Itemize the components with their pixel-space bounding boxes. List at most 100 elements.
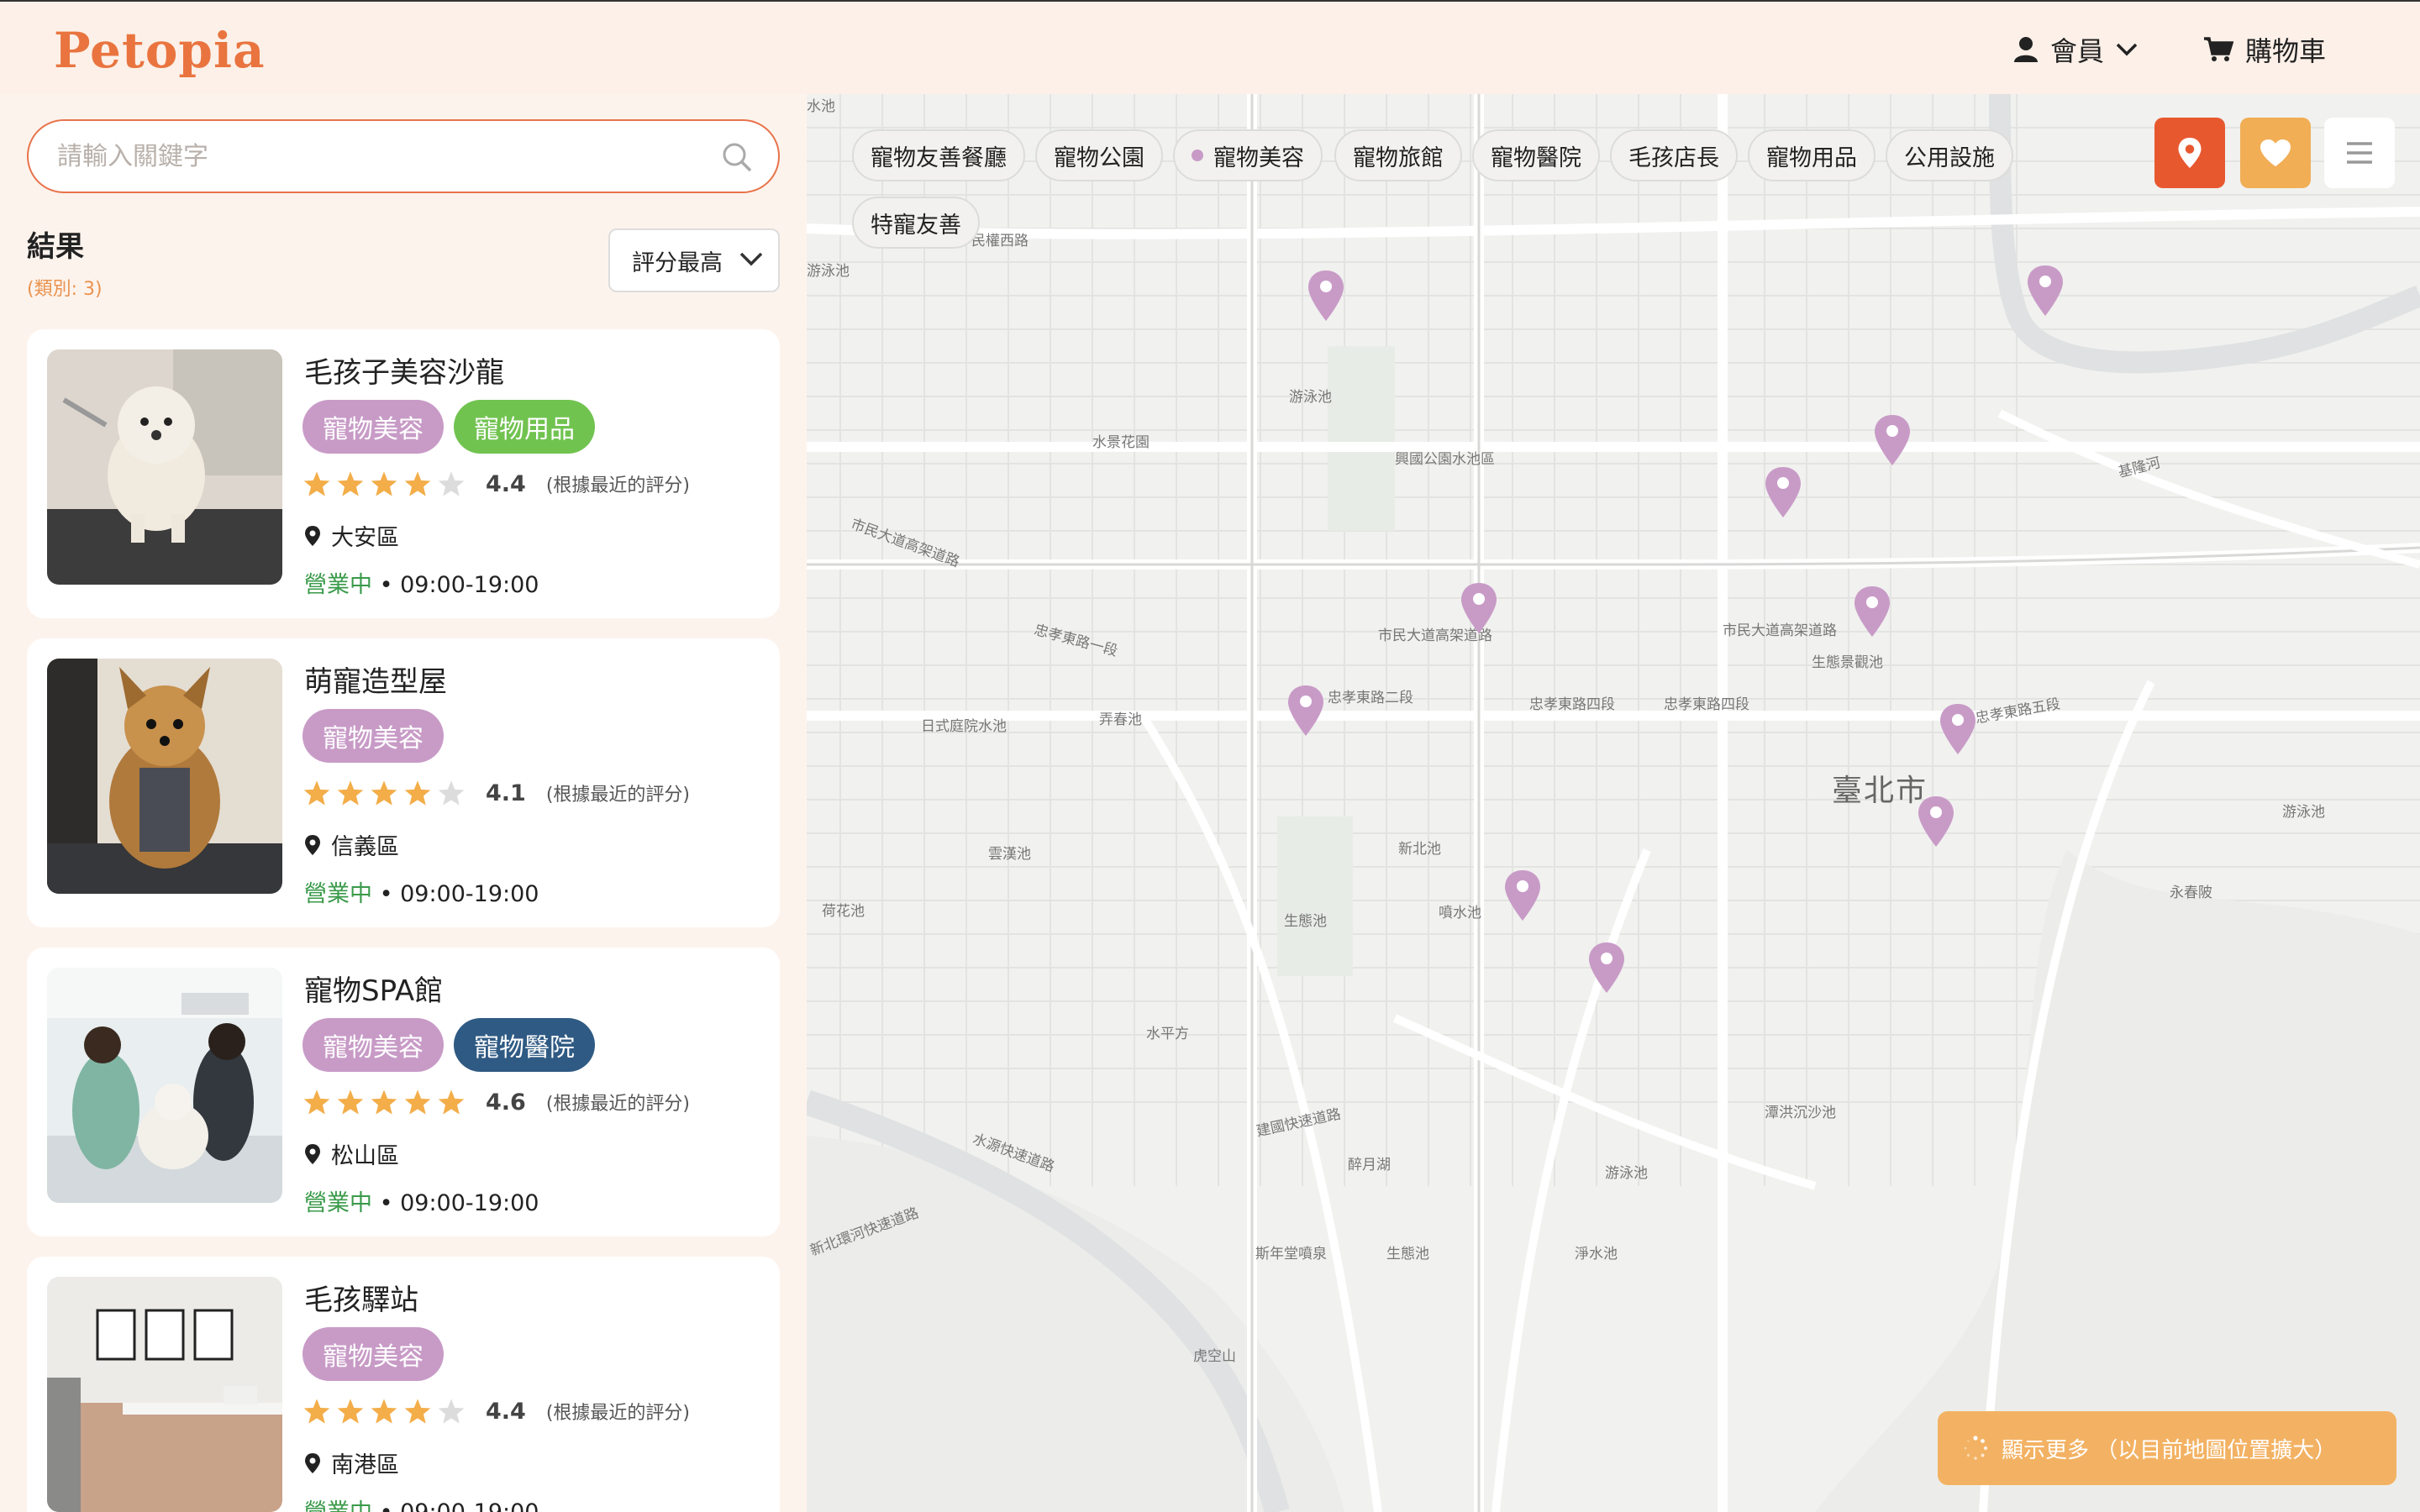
- map-label: 新北池: [1398, 841, 1441, 858]
- location-pin-icon: [305, 1143, 320, 1164]
- chevron-down-icon: [2116, 43, 2138, 56]
- hours-text: • 09:00-19:00: [372, 572, 539, 598]
- store-tags: 寵物美容: [302, 1327, 444, 1381]
- store-hours: 營業中 • 09:00-19:00: [304, 875, 539, 908]
- star-full-icon: [371, 471, 397, 496]
- filter-chip-shop-pet[interactable]: 毛孩店長: [1610, 129, 1738, 181]
- store-card[interactable]: 毛孩驛站 寵物美容 4.4 (根據最近的評分) 南港區 營業中 • 09:00-…: [27, 1257, 780, 1512]
- star-full-icon: [438, 1089, 465, 1115]
- map-label: 斯年堂噴泉: [1255, 1246, 1327, 1263]
- filter-chip-label: 寵物旅館: [1353, 144, 1444, 171]
- star-full-icon: [303, 780, 330, 806]
- map-marker[interactable]: [1852, 585, 1892, 638]
- results-sidebar: 結果 (類別: 3) 評分最高 毛孩子美容沙龍 寵物美容 寵物用品: [0, 94, 807, 1512]
- filter-chip-park[interactable]: 寵物公園: [1035, 129, 1163, 181]
- open-status: 營業中: [304, 881, 372, 907]
- map-marker[interactable]: [1459, 581, 1499, 635]
- tag-grooming[interactable]: 寵物美容: [302, 709, 444, 763]
- show-more-button[interactable]: 顯示更多 （以目前地圖位置擴大）: [1938, 1411, 2396, 1485]
- map-label: 弄春池: [1099, 711, 1142, 728]
- map-label: 荷花池: [822, 903, 865, 920]
- map-label: 民權西路: [971, 233, 1028, 249]
- filter-chip-label: 毛孩店長: [1628, 144, 1719, 171]
- store-photo: [47, 349, 282, 585]
- map-marker[interactable]: [1938, 702, 1978, 756]
- map-marker[interactable]: [1286, 684, 1326, 738]
- top-bar: Petopia 會員 購物車: [0, 0, 2420, 94]
- star-full-icon: [337, 1399, 364, 1424]
- store-district: 信義區: [304, 828, 399, 861]
- map-label: 雲漢池: [988, 846, 1031, 863]
- tag-grooming[interactable]: 寵物美容: [302, 1018, 444, 1072]
- filter-chip-grooming[interactable]: 寵物美容: [1173, 129, 1323, 181]
- store-name: 萌寵造型屋: [304, 665, 447, 699]
- store-card[interactable]: 毛孩子美容沙龍 寵物美容 寵物用品 4.4 (根據最近的評分) 大安區 營業中 …: [27, 329, 780, 618]
- results-title: 結果: [27, 230, 84, 264]
- star-rating: [302, 1398, 466, 1425]
- map-label: 生態景觀池: [1812, 654, 1883, 671]
- star-empty-icon: [438, 471, 465, 496]
- open-status: 營業中: [304, 572, 372, 598]
- logo-text: Petopia: [54, 22, 266, 79]
- map-label: 潭洪沉沙池: [1765, 1105, 1836, 1121]
- star-empty-icon: [438, 780, 465, 806]
- filter-chip-hotel[interactable]: 寵物旅館: [1334, 129, 1462, 181]
- location-pin-icon: [305, 834, 320, 855]
- location-pin-icon: [305, 525, 320, 546]
- map-label: 生態池: [1386, 1246, 1429, 1263]
- rating-score: 4.4: [486, 1398, 526, 1425]
- tag-grooming[interactable]: 寵物美容: [302, 400, 444, 454]
- store-rating: 4.4 (根據最近的評分): [302, 1398, 690, 1425]
- favorites-button[interactable]: [2240, 118, 2311, 188]
- map-marker[interactable]: [2025, 264, 2065, 318]
- map-label: 噴水池: [1439, 905, 1481, 921]
- store-card[interactable]: 寵物SPA館 寵物美容 寵物醫院 4.6 (根據最近的評分) 松山區 營業中 •…: [27, 948, 780, 1236]
- active-dot-icon: [1192, 150, 1203, 161]
- filter-chip-label: 公用設施: [1904, 144, 1995, 171]
- map-label: 忠孝東路四段: [1664, 696, 1749, 713]
- store-photo: [47, 659, 282, 894]
- map-marker[interactable]: [1872, 413, 1912, 467]
- hours-text: • 09:00-19:00: [372, 881, 539, 907]
- logo[interactable]: Petopia: [54, 22, 266, 79]
- search-input[interactable]: [57, 121, 696, 192]
- tag-grooming[interactable]: 寵物美容: [302, 1327, 444, 1381]
- store-name: 毛孩驛站: [304, 1284, 418, 1317]
- filter-chip-hospital[interactable]: 寵物醫院: [1472, 129, 1600, 181]
- search-box: [27, 119, 780, 193]
- rating-score: 4.6: [486, 1089, 526, 1116]
- member-menu[interactable]: 會員: [2013, 30, 2138, 69]
- map-label: 忠孝東路二段: [1328, 690, 1413, 706]
- store-district: 大安區: [304, 519, 399, 552]
- map-marker[interactable]: [1502, 869, 1543, 922]
- map-marker[interactable]: [1586, 941, 1627, 995]
- filter-chip-restaurant[interactable]: 寵物友善餐廳: [852, 129, 1025, 181]
- search-icon[interactable]: [721, 141, 753, 173]
- tag-hospital[interactable]: 寵物醫院: [454, 1018, 595, 1072]
- filter-chip-label: 寵物用品: [1766, 144, 1857, 171]
- cart-link[interactable]: 購物車: [2203, 30, 2326, 69]
- rating-score: 4.1: [486, 780, 526, 806]
- city-label: 臺北市: [1832, 774, 1928, 808]
- star-full-icon: [371, 780, 397, 806]
- tag-supplies[interactable]: 寵物用品: [454, 400, 595, 454]
- map-view[interactable]: 市民大道高架道路 忠孝東路一段 市民大道高架道路 忠孝東路二段 忠孝東路四段 忠…: [807, 94, 2420, 1512]
- store-card[interactable]: 萌寵造型屋 寵物美容 4.1 (根據最近的評分) 信義區 營業中 • 09:00…: [27, 638, 780, 927]
- map-marker[interactable]: [1306, 269, 1346, 323]
- map-label: 游泳池: [2282, 804, 2325, 821]
- map-marker[interactable]: [1763, 465, 1803, 519]
- cart-icon: [2204, 37, 2233, 61]
- filter-chip-facilities[interactable]: 公用設施: [1886, 129, 2013, 181]
- menu-button[interactable]: [2324, 118, 2395, 188]
- sort-select[interactable]: 評分最高: [608, 228, 780, 292]
- star-full-icon: [404, 780, 431, 806]
- locate-button[interactable]: [2154, 118, 2225, 188]
- star-full-icon: [303, 1089, 330, 1115]
- chevron-down-icon: [739, 252, 763, 266]
- map-marker[interactable]: [1916, 795, 1956, 848]
- filter-chip-supplies[interactable]: 寵物用品: [1748, 129, 1876, 181]
- star-rating: [302, 470, 466, 497]
- map-label: 水池: [807, 98, 835, 115]
- filter-chip-exotic[interactable]: 特寵友善: [852, 197, 980, 249]
- show-more-label: 顯示更多 （以目前地圖位置擴大）: [2002, 1437, 2337, 1463]
